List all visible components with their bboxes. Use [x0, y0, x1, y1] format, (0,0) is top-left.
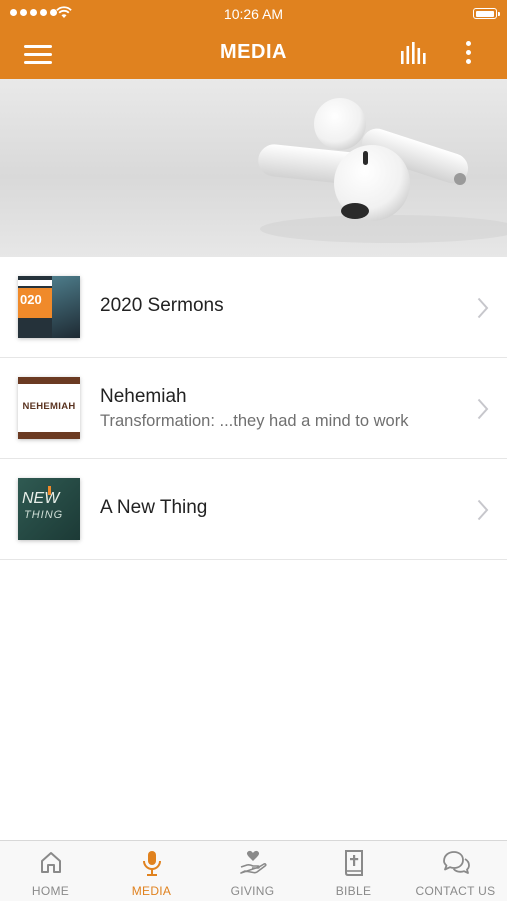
list-item-subtitle: Transformation: ...they had a mind to wo…	[100, 412, 409, 430]
series-thumbnail: 020	[18, 276, 80, 338]
header-bar: MEDIA	[0, 28, 507, 79]
tab-label: BIBLE	[335, 884, 372, 898]
thumbnail-text: THING	[24, 509, 64, 521]
thumbnail-text: 020	[20, 292, 42, 307]
chevron-right-icon	[477, 499, 489, 521]
chat-bubbles-icon	[442, 851, 470, 874]
status-time: 10:26 AM	[223, 6, 284, 22]
vertical-dots-icon[interactable]	[458, 39, 478, 67]
status-bar: 10:26 AM	[0, 0, 507, 28]
list-item-title: Nehemiah	[100, 386, 187, 407]
tab-label: GIVING	[230, 884, 275, 898]
hero-banner-image	[0, 79, 507, 257]
bible-book-icon	[344, 850, 363, 876]
giving-hand-heart-icon	[239, 850, 267, 874]
list-item[interactable]: NEHEMIAH Nehemiah Transformation: ...the…	[0, 358, 507, 459]
thumbnail-text: NEHEMIAH	[22, 401, 76, 412]
tab-giving[interactable]: GIVING	[202, 841, 303, 901]
list-item-title: A New Thing	[100, 497, 208, 518]
battery-icon	[473, 8, 500, 19]
tab-home[interactable]: HOME	[0, 841, 101, 901]
chevron-right-icon	[477, 297, 489, 319]
microphone-icon	[142, 851, 161, 876]
list-item-title: 2020 Sermons	[100, 295, 224, 316]
tab-contact-us[interactable]: CONTACT US	[404, 841, 507, 901]
tab-label: MEDIA	[131, 884, 172, 898]
equalizer-bars-icon[interactable]	[400, 42, 430, 64]
chevron-right-icon	[477, 398, 489, 420]
list-item[interactable]: NEW THING A New Thing	[0, 459, 507, 560]
earbuds-photo	[258, 98, 507, 243]
home-icon	[40, 852, 61, 873]
tab-bible[interactable]: BIBLE	[303, 841, 404, 901]
tab-label: HOME	[31, 884, 70, 898]
tab-bar: HOME MEDIA GIVING BIBLE CONTACT US	[0, 840, 507, 901]
tab-media[interactable]: MEDIA	[101, 841, 202, 901]
page-title: MEDIA	[220, 41, 287, 63]
series-thumbnail: NEHEMIAH	[18, 377, 80, 439]
tab-label: CONTACT US	[415, 884, 496, 898]
media-list: 020 2020 Sermons NEHEMIAH Nehemiah Trans…	[0, 257, 507, 560]
list-item[interactable]: 020 2020 Sermons	[0, 257, 507, 358]
series-thumbnail: NEW THING	[18, 478, 80, 540]
thumbnail-text: NEW	[22, 490, 60, 507]
